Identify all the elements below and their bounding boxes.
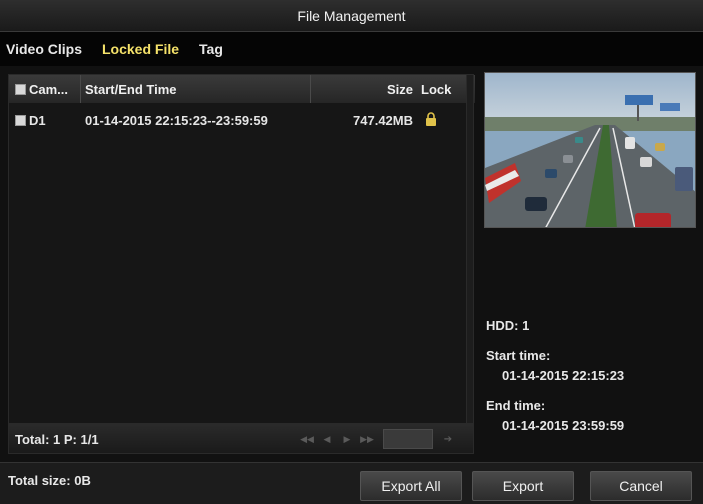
- first-page-icon[interactable]: ◀◀: [299, 432, 315, 446]
- last-page-icon[interactable]: ▶▶: [359, 432, 375, 446]
- header-camera-label: Cam...: [29, 81, 69, 97]
- content-area: Cam... Start/End Time Size Lock D1 01-14…: [0, 66, 703, 462]
- select-all-checkbox[interactable]: [15, 83, 26, 95]
- header-lock[interactable]: Lock: [417, 75, 465, 103]
- end-time-label: End time:: [486, 398, 546, 413]
- window-title: File Management: [297, 7, 406, 24]
- total-size: Total size: 0B: [8, 473, 91, 488]
- video-preview: [484, 72, 696, 228]
- tab-locked-file[interactable]: Locked File: [92, 41, 189, 57]
- prev-page-icon[interactable]: ◀: [319, 432, 335, 446]
- row-camera: D1: [29, 112, 46, 128]
- cancel-button[interactable]: Cancel: [590, 471, 692, 501]
- bottom-bar: Total size: 0B Export All Export Cancel: [0, 462, 703, 504]
- title-bar: File Management: [0, 0, 703, 32]
- go-page-icon[interactable]: ➔: [439, 432, 457, 446]
- tab-video-clips[interactable]: Video Clips: [0, 41, 92, 57]
- page-input[interactable]: [383, 429, 433, 449]
- table-row[interactable]: D1 01-14-2015 22:15:23--23:59:59 747.42M…: [9, 107, 475, 133]
- row-checkbox[interactable]: [15, 114, 26, 126]
- header-time[interactable]: Start/End Time: [81, 75, 311, 103]
- export-all-button[interactable]: Export All: [360, 471, 462, 501]
- total-count: Total: 1 P: 1/1: [15, 431, 99, 447]
- start-time-label: Start time:: [486, 348, 551, 363]
- padlock-icon[interactable]: [425, 111, 437, 129]
- header-size[interactable]: Size: [311, 75, 417, 103]
- export-button[interactable]: Export: [472, 471, 574, 501]
- hdd-label: HDD: 1: [486, 318, 530, 333]
- row-size: 747.42MB: [353, 112, 413, 128]
- row-camera-cell: D1: [9, 113, 81, 128]
- tab-tag[interactable]: Tag: [189, 41, 233, 57]
- next-page-icon[interactable]: ▶: [339, 432, 355, 446]
- list-scrollbar[interactable]: [466, 74, 474, 424]
- start-time-value: 01-14-2015 22:15:23: [502, 368, 625, 383]
- file-details: HDD: 1 Start time: 01-14-2015 22:15:23 E…: [486, 316, 696, 436]
- file-list-header: Cam... Start/End Time Size Lock: [9, 75, 475, 103]
- file-list: Cam... Start/End Time Size Lock D1 01-14…: [8, 74, 475, 424]
- row-lock-cell: [417, 111, 465, 129]
- end-time-value: 01-14-2015 23:59:59: [502, 418, 625, 433]
- row-time: 01-14-2015 22:15:23--23:59:59: [85, 112, 268, 128]
- pagination-bar: Total: 1 P: 1/1 ◀◀ ◀ ▶ ▶▶ ➔: [8, 424, 474, 454]
- tab-bar: Video Clips Locked File Tag: [0, 32, 703, 66]
- header-camera[interactable]: Cam...: [9, 75, 81, 103]
